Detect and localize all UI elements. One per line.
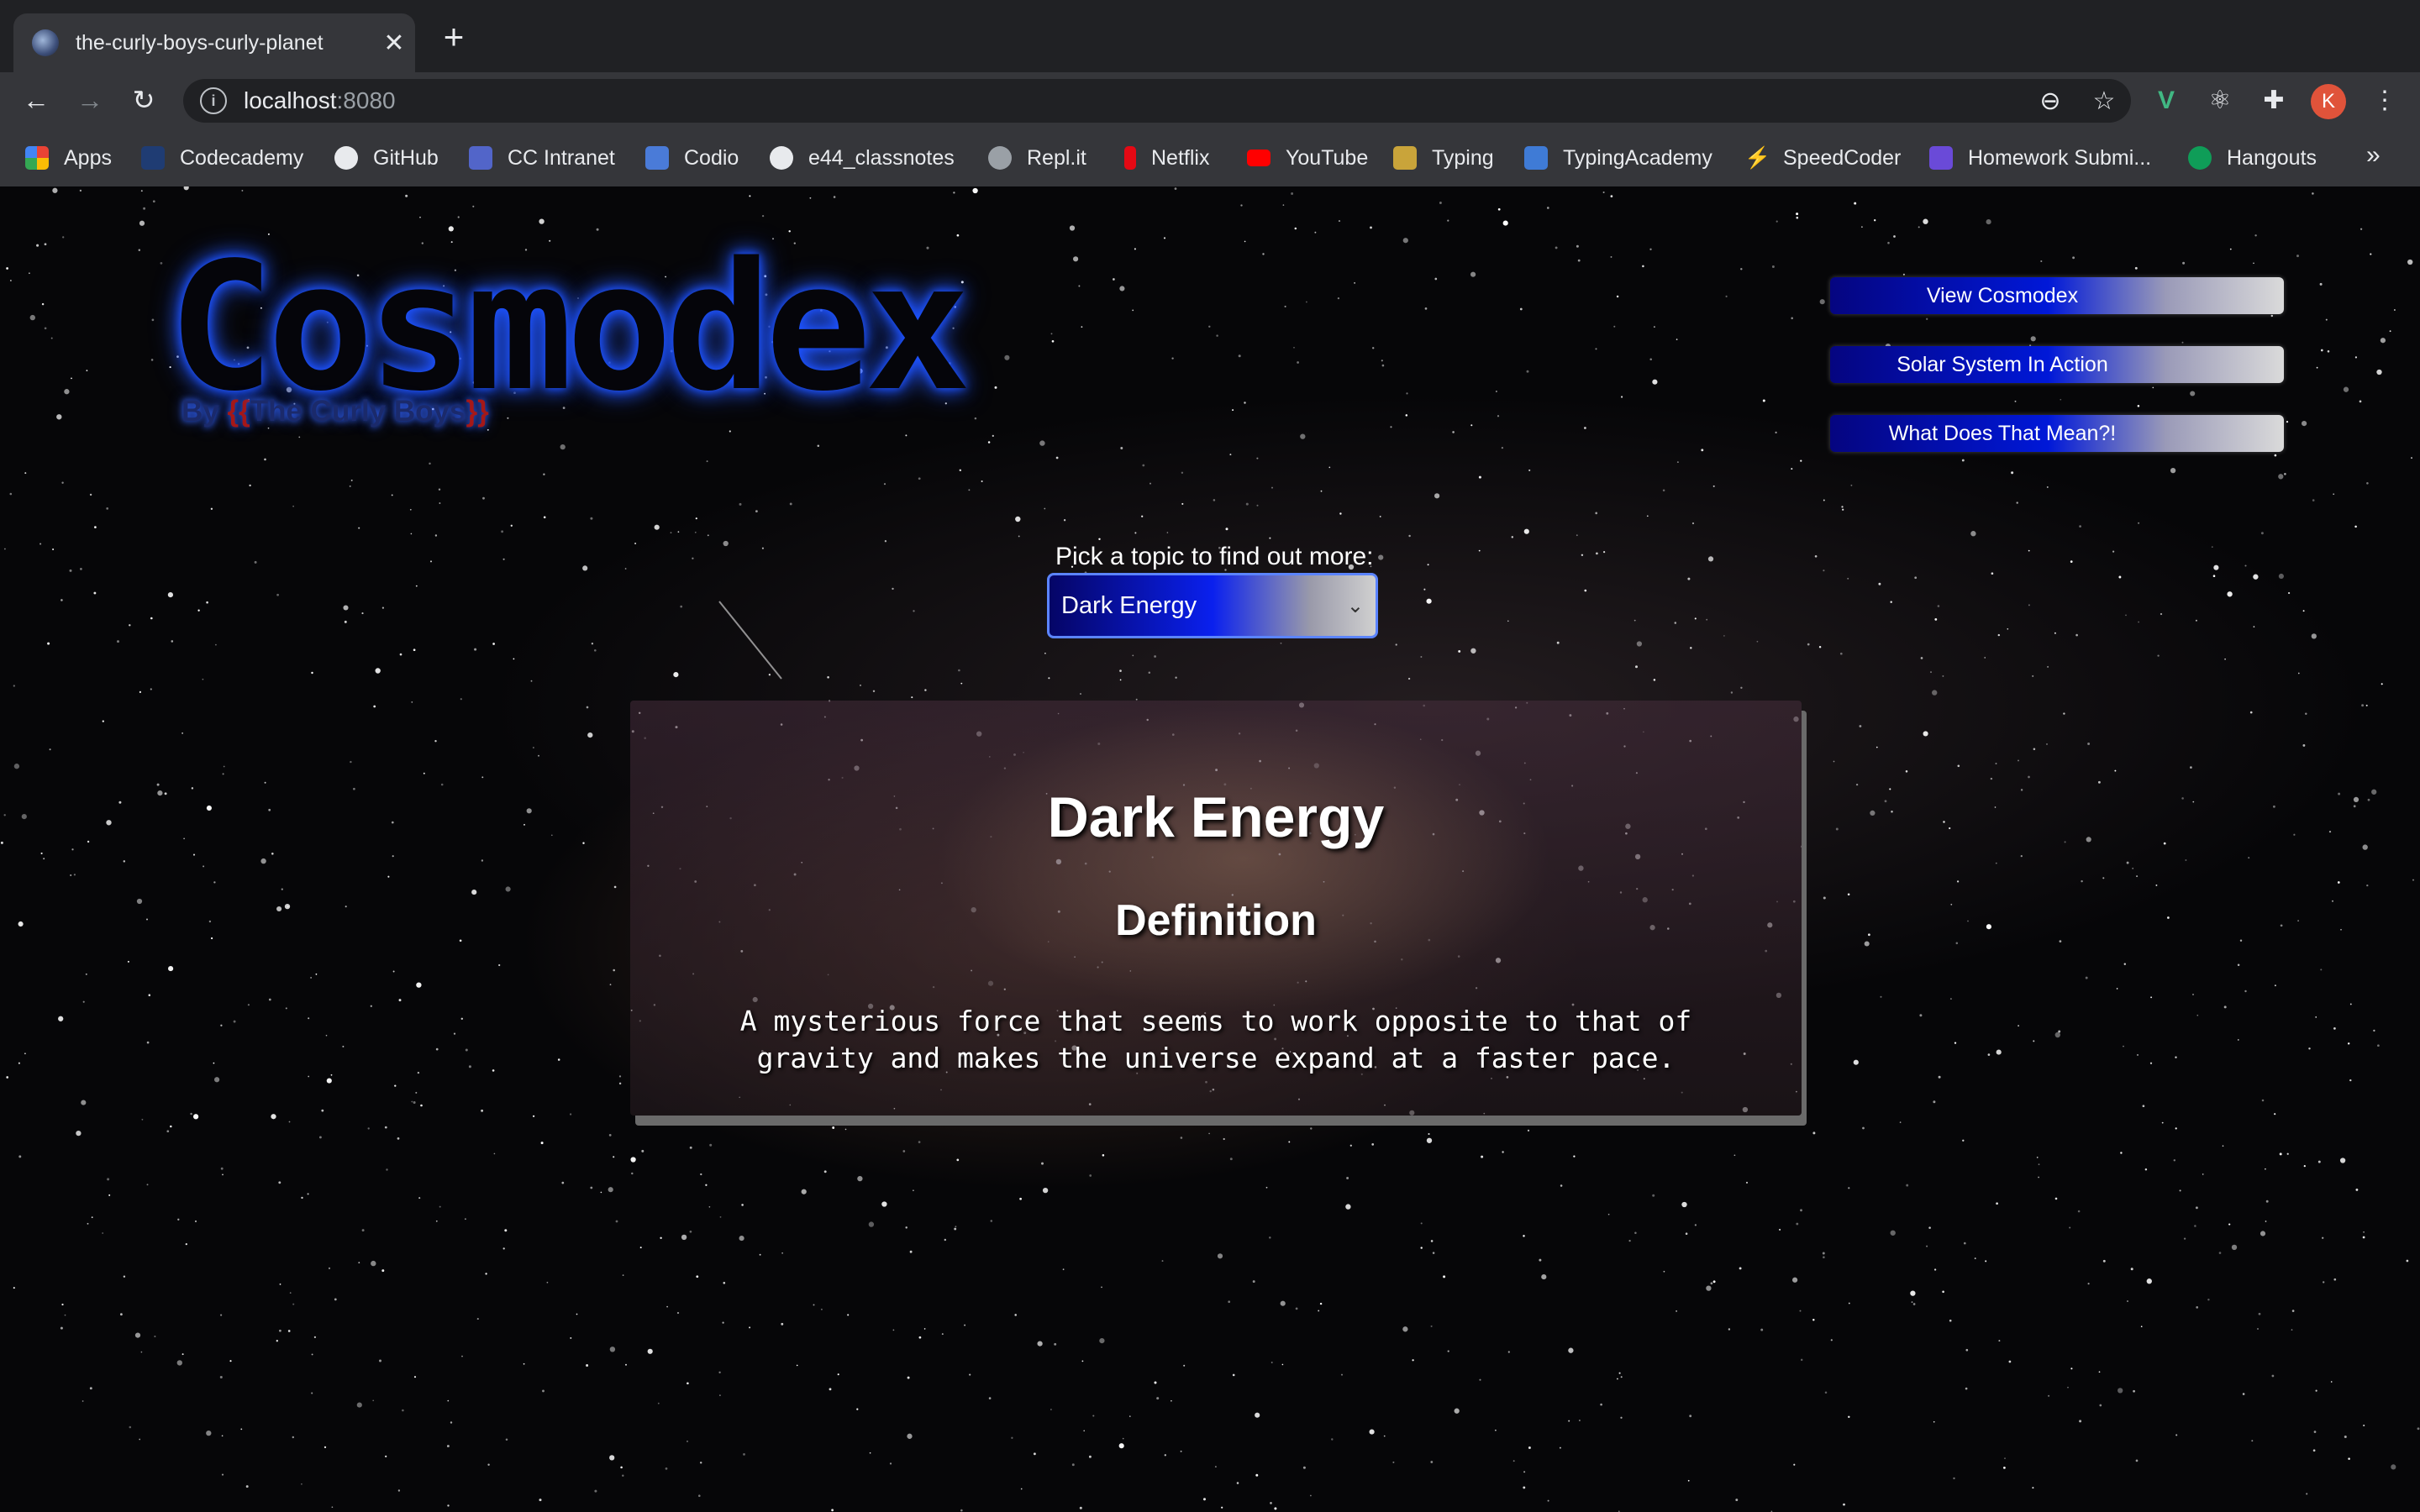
bookmark-replit[interactable]: Repl.it [988, 143, 1086, 173]
menu-kebab-icon[interactable]: ⋮ [2368, 84, 2402, 118]
vue-devtools-icon[interactable]: V [2149, 84, 2183, 118]
reload-icon[interactable]: ↻ [124, 81, 163, 119]
more-bookmarks-icon[interactable]: » [2366, 141, 2381, 170]
definition-text: A mysterious force that seems to work op… [739, 1005, 1692, 1074]
topic-select-value: Dark Energy [1061, 591, 1197, 619]
topic-card: Dark Energy Definition A mysterious forc… [630, 701, 1802, 1116]
bookmark-e44-classnotes[interactable]: e44_classnotes [770, 143, 955, 173]
speedcoder-icon: ⚡ [1744, 146, 1771, 170]
site-byline: By {{The Curly Boys}} [182, 395, 489, 428]
topic-picker-label: Pick a topic to find out more: [1055, 543, 1374, 570]
bookmark-codecademy[interactable]: Codecademy [141, 143, 303, 173]
typingacademy-icon [1524, 146, 1548, 170]
profile-avatar[interactable]: K [2311, 84, 2346, 119]
solar-system-button[interactable]: Solar System In Action [1830, 346, 2284, 383]
bookmark-cc-intranet[interactable]: CC Intranet [469, 143, 615, 173]
planet-favicon-icon [32, 29, 59, 56]
topic-select[interactable]: Dark Energy ⌄ [1047, 573, 1378, 638]
typing-icon [1393, 146, 1417, 170]
bookmark-speedcoder[interactable]: ⚡ SpeedCoder [1744, 143, 1901, 173]
new-tab-icon[interactable]: + [435, 18, 472, 55]
codio-icon [645, 146, 669, 170]
bookmark-github[interactable]: GitHub [334, 143, 439, 173]
forward-icon[interactable]: → [71, 81, 109, 119]
topic-title: Dark Energy [1047, 785, 1385, 849]
bookmark-star-icon[interactable]: ☆ [2077, 87, 2131, 116]
browser-tab[interactable]: the-curly-boys-curly-planet ✕ [13, 13, 415, 72]
address-bar[interactable]: i localhost:8080 ⊖ ☆ [183, 79, 2131, 123]
shooting-star [718, 601, 782, 680]
bookmark-apps[interactable]: Apps [25, 143, 112, 173]
zoom-icon[interactable]: ⊖ [2023, 87, 2077, 116]
apps-grid-icon [25, 146, 49, 170]
github-icon [334, 146, 358, 170]
chevron-down-icon: ⌄ [1346, 594, 1364, 617]
bookmark-typingacademy[interactable]: TypingAcademy [1524, 143, 1712, 173]
bookmarks-bar: Apps Codecademy GitHub CC Intranet Codio… [0, 128, 2420, 187]
github-icon [770, 146, 793, 170]
hangouts-icon [2188, 146, 2212, 170]
bookmark-hangouts[interactable]: Hangouts [2188, 143, 2317, 173]
react-devtools-icon[interactable]: ⚛ [2203, 84, 2237, 118]
bookmark-netflix[interactable]: Netflix [1118, 143, 1209, 173]
page-viewport: Cosmodex By {{The Curly Boys}} View Cosm… [0, 186, 2420, 1512]
extensions-puzzle-icon[interactable]: ✚ [2257, 84, 2291, 118]
definition-heading: Definition [1115, 896, 1317, 945]
back-icon[interactable]: ← [17, 81, 55, 119]
replit-icon [988, 146, 1012, 170]
bookmark-typing[interactable]: Typing [1393, 143, 1494, 173]
close-tab-icon[interactable]: ✕ [373, 29, 415, 58]
site-logo: Cosmodex [168, 224, 971, 430]
what-does-that-mean-button[interactable]: What Does That Mean?! [1830, 415, 2284, 452]
tab-strip: the-curly-boys-curly-planet ✕ + [0, 0, 2420, 72]
intranet-icon [469, 146, 492, 170]
url-text[interactable]: localhost:8080 [244, 87, 2023, 114]
bookmark-homework-submission[interactable]: Homework Submi... [1929, 143, 2151, 173]
youtube-icon [1247, 150, 1270, 166]
forms-icon [1929, 146, 1953, 170]
site-info-icon[interactable]: i [200, 87, 227, 114]
bookmark-codio[interactable]: Codio [645, 143, 739, 173]
bookmark-youtube[interactable]: YouTube [1247, 143, 1368, 173]
view-cosmodex-button[interactable]: View Cosmodex [1830, 277, 2284, 314]
tab-title: the-curly-boys-curly-planet [76, 30, 324, 55]
netflix-icon [1124, 146, 1136, 170]
browser-toolbar: ← → ↻ i localhost:8080 ⊖ ☆ V ⚛ ✚ K ⋮ [0, 72, 2420, 128]
codecademy-icon [141, 146, 165, 170]
